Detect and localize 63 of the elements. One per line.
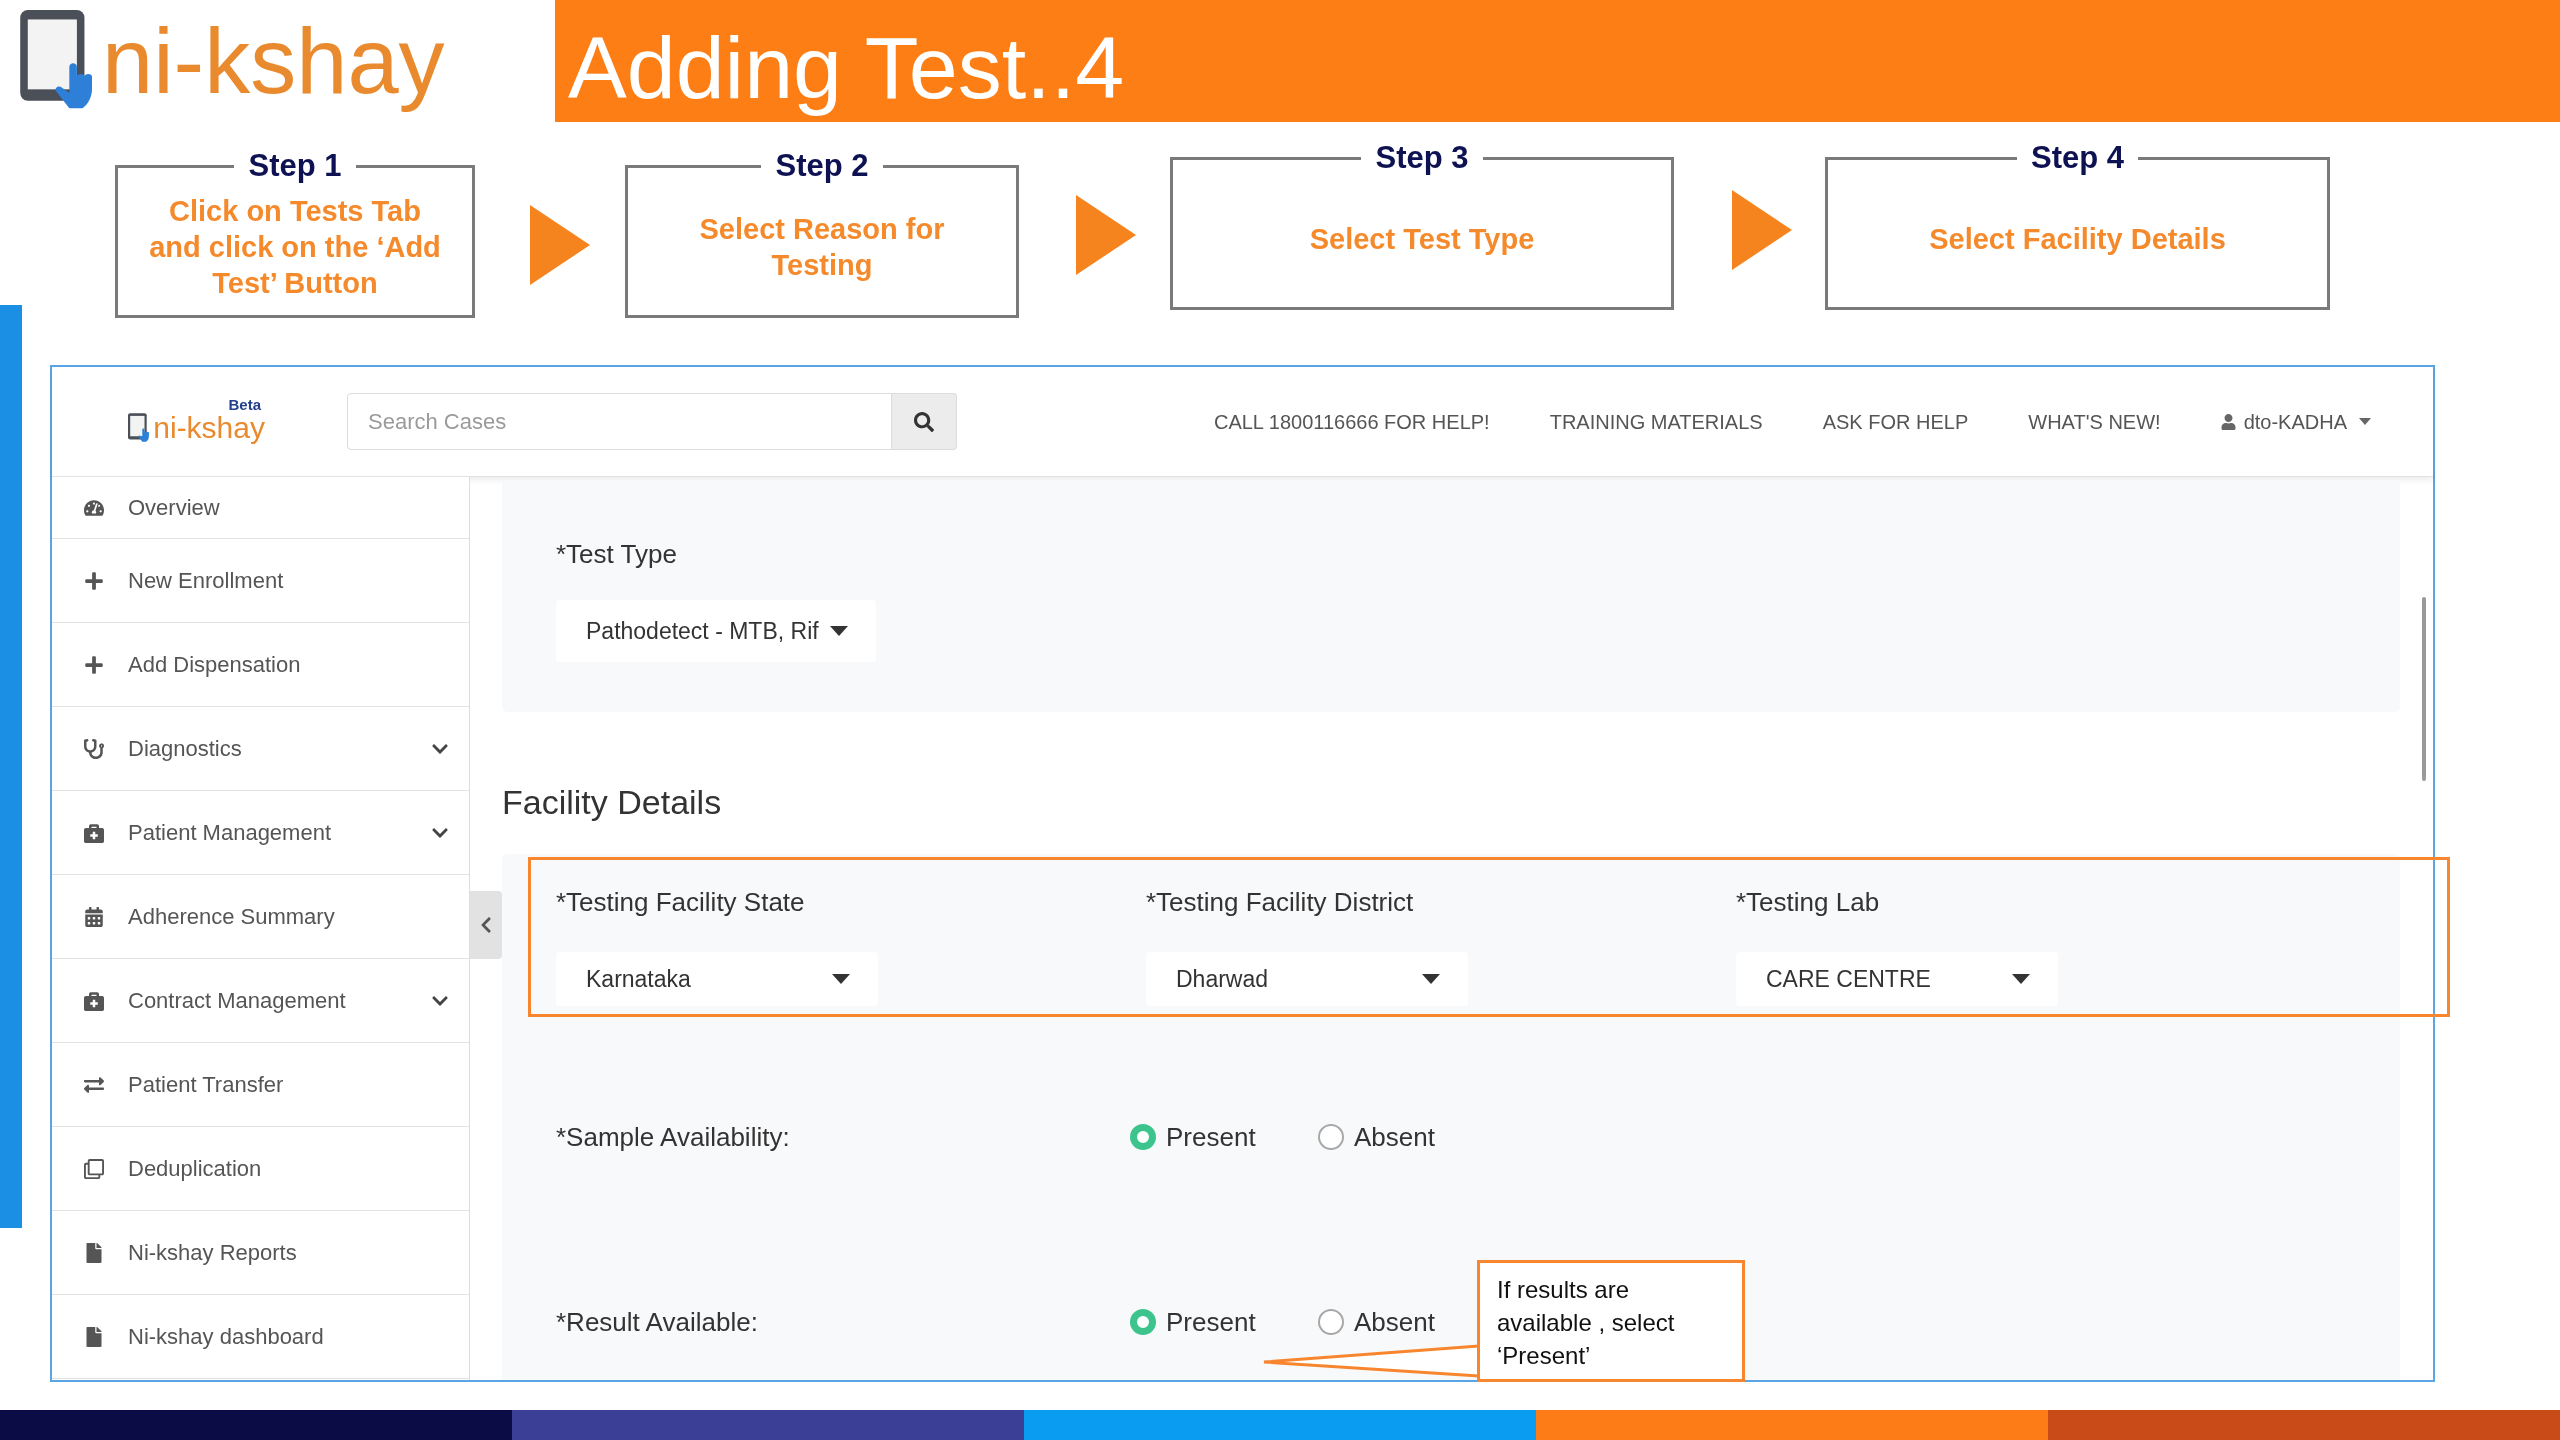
select-field[interactable]: Pathodetect - MTB, Rif <box>556 600 876 662</box>
question-label: *Sample Availability: <box>556 1120 790 1154</box>
search-field[interactable]: Search Cases <box>347 393 892 450</box>
radio-label: Present <box>1166 1305 1256 1339</box>
step-text: Select Facility Details <box>1929 222 2226 257</box>
gauge-icon <box>84 497 104 518</box>
arrow-icon <box>530 205 590 285</box>
caret-icon <box>832 974 850 984</box>
logo-text: ni-kshay <box>153 410 265 446</box>
step-text: Select Test Type <box>1309 222 1535 257</box>
brand-logo-text: ni-kshay <box>102 9 445 114</box>
arrow-icon <box>1732 190 1792 270</box>
field-label: *Testing Facility State <box>556 887 805 917</box>
field-label: *Testing Facility District <box>1146 887 1414 917</box>
calendar-icon <box>84 906 104 927</box>
caret-icon <box>2012 974 2030 984</box>
radio-button[interactable] <box>1130 1309 1156 1335</box>
caret-icon <box>2359 418 2371 425</box>
step-text: Click on Tests Tab and click on the ‘Add Test’ Button <box>148 194 442 301</box>
step-label: Step 4 <box>2030 140 2125 176</box>
field-label: *Test Type <box>556 539 677 569</box>
document-icon <box>84 1326 104 1347</box>
select-field[interactable]: Dharwad <box>1146 952 1468 1006</box>
beta-label: Beta <box>228 397 261 412</box>
plus-icon <box>84 654 104 675</box>
question-label: *Result Available: <box>556 1305 758 1339</box>
user-icon <box>2220 413 2236 430</box>
select-field[interactable]: Karnataka <box>556 952 878 1006</box>
swap-arrows-icon <box>84 1074 104 1095</box>
nav-link[interactable]: ASK FOR HELP <box>1822 406 1969 437</box>
user-menu[interactable]: dto-KADHA <box>2220 406 2371 437</box>
plus-icon <box>84 570 104 591</box>
nav-link[interactable]: TRAINING MATERIALS <box>1549 406 1763 437</box>
radio-label: Absent <box>1354 1120 1435 1154</box>
medical-kit-icon <box>84 990 104 1011</box>
search-button[interactable] <box>892 393 957 450</box>
step-label: Step 1 <box>247 148 343 184</box>
radio-button[interactable] <box>1130 1124 1156 1150</box>
stethoscope-icon <box>84 738 104 759</box>
radio-button[interactable] <box>1318 1124 1344 1150</box>
slide-title: Adding Test..4 <box>568 17 1125 119</box>
nav-link[interactable]: WHAT'S NEW! <box>2028 406 2161 437</box>
collapse-button[interactable] <box>470 891 502 959</box>
step-label: Step 2 <box>774 148 870 184</box>
caret-icon <box>1422 974 1440 984</box>
step-text: Select Reason for Testing <box>698 212 946 283</box>
search-icon <box>914 411 934 432</box>
copy-icon <box>84 1158 104 1179</box>
select-field[interactable]: CARE CENTRE <box>1736 952 2058 1006</box>
field-label: *Testing Lab <box>1736 887 1880 917</box>
caret-icon <box>830 626 848 636</box>
arrow-icon <box>1076 195 1136 275</box>
radio-label: Absent <box>1354 1305 1435 1339</box>
section-heading: Facility Details <box>502 782 722 822</box>
radio-label: Present <box>1166 1120 1256 1154</box>
document-icon <box>84 1242 104 1263</box>
radio-button[interactable] <box>1318 1309 1344 1335</box>
callout-text: If results are available , select ‘Present’ <box>1497 1275 1676 1371</box>
medical-kit-icon <box>84 822 104 843</box>
nav-link[interactable]: CALL 1800116666 FOR HELP! <box>1213 406 1490 437</box>
tablet-touch-icon <box>128 413 151 443</box>
chevron-left-icon <box>479 916 493 934</box>
step-label: Step 3 <box>1374 140 1470 176</box>
